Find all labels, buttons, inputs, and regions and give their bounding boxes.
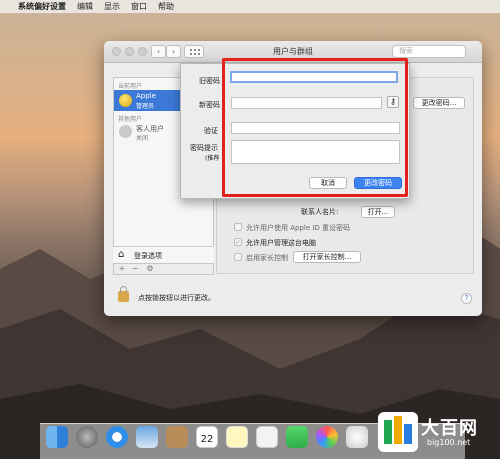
menu-window[interactable]: 窗口 bbox=[131, 1, 147, 12]
allow-admin-checkbox[interactable]: ✓ bbox=[234, 238, 242, 246]
help-button[interactable]: ? bbox=[461, 293, 472, 304]
notes-icon[interactable] bbox=[226, 426, 248, 448]
facetime-icon[interactable] bbox=[286, 426, 308, 448]
search-field[interactable]: 搜索 bbox=[392, 45, 466, 58]
parental-controls-checkbox[interactable] bbox=[234, 253, 242, 261]
password-hint-sublabel: (推荐 bbox=[205, 155, 220, 162]
change-password-button[interactable]: 更改密码... bbox=[413, 97, 465, 109]
lock-icon[interactable] bbox=[118, 286, 129, 302]
user-name: Apple bbox=[136, 92, 156, 100]
verify-label: 验证 bbox=[204, 127, 218, 135]
apple-id-reset-label: 允许用户使用 Apple ID 重设密码 bbox=[246, 224, 351, 232]
menu-help[interactable]: 帮助 bbox=[158, 1, 174, 12]
guest-avatar-icon bbox=[119, 125, 132, 138]
remove-user-button[interactable]: − bbox=[129, 264, 141, 274]
safari-icon[interactable] bbox=[106, 426, 128, 448]
guest-status: 关闭 bbox=[136, 135, 149, 142]
menu-app-name[interactable]: 系统偏好设置 bbox=[18, 1, 66, 12]
user-role: 管理员 bbox=[136, 103, 155, 110]
allow-admin-label: 允许用户管理这台电脑 bbox=[246, 239, 316, 247]
contacts-card-label: 联系人名片: bbox=[301, 208, 339, 216]
menu-bar: 系统偏好设置 编辑 显示 窗口 帮助 bbox=[0, 0, 500, 13]
launchpad-icon[interactable] bbox=[76, 426, 98, 448]
menu-view[interactable]: 显示 bbox=[104, 1, 120, 12]
sidebar-toolbar: + − ⚙ bbox=[113, 263, 214, 275]
apple-id-reset-checkbox[interactable] bbox=[234, 223, 242, 231]
itunes-icon[interactable] bbox=[346, 426, 368, 448]
watermark-title: 大百网 bbox=[421, 418, 478, 439]
watermark-url: big100.net bbox=[427, 438, 471, 447]
mail-icon[interactable] bbox=[136, 426, 158, 448]
contacts-icon[interactable] bbox=[166, 426, 188, 448]
watermark-logo bbox=[378, 412, 418, 452]
finder-icon[interactable] bbox=[46, 426, 68, 448]
other-users-header: 其他用户 bbox=[118, 116, 143, 123]
password-hint-label: 密码提示 bbox=[190, 144, 218, 152]
old-password-label: 旧密码 bbox=[199, 77, 220, 85]
parental-controls-label: 启用家长控制 bbox=[246, 254, 288, 262]
user-avatar-icon bbox=[119, 94, 132, 107]
red-highlight-box bbox=[222, 58, 408, 197]
new-password-label: 新密码 bbox=[199, 101, 220, 109]
current-users-header: 当前用户 bbox=[118, 83, 143, 90]
menu-edit[interactable]: 编辑 bbox=[77, 1, 93, 12]
gear-icon[interactable]: ⚙ bbox=[144, 264, 156, 274]
photos-icon[interactable] bbox=[316, 426, 338, 448]
calendar-icon[interactable]: 22 bbox=[196, 426, 218, 448]
watermark-logo-icon bbox=[384, 416, 412, 444]
calendar-day: 22 bbox=[200, 434, 214, 445]
house-icon: ⌂ bbox=[118, 249, 125, 260]
login-options-label: 登录选项 bbox=[134, 252, 162, 260]
lock-text: 点按锁按钮以进行更改。 bbox=[138, 294, 215, 302]
login-options-item[interactable]: ⌂ 登录选项 bbox=[113, 246, 214, 264]
reminders-icon[interactable] bbox=[256, 426, 278, 448]
open-contact-button[interactable]: 打开... bbox=[361, 206, 395, 218]
add-user-button[interactable]: + bbox=[116, 264, 128, 274]
open-parental-controls-button[interactable]: 打开家长控制... bbox=[293, 251, 361, 263]
